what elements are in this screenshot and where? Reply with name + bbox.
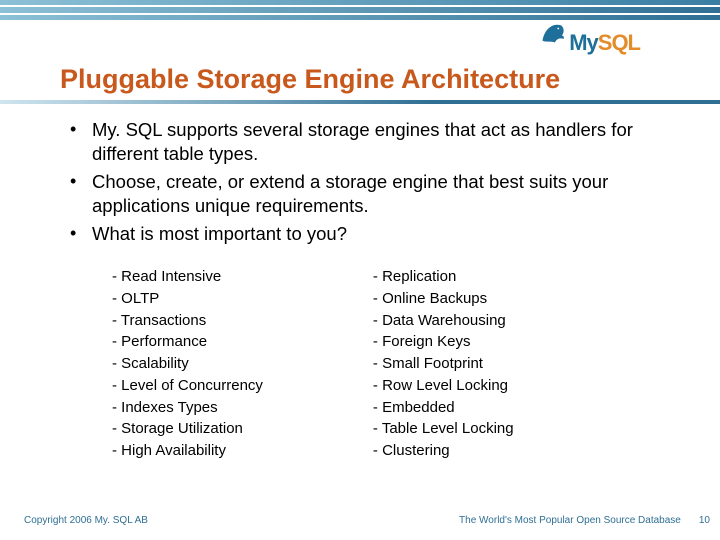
feature-item: Read Intensive xyxy=(112,266,263,288)
header-stripes xyxy=(0,0,720,20)
dolphin-icon xyxy=(539,18,567,46)
slide-body: My. SQL supports several storage engines… xyxy=(70,118,672,462)
footer-copyright: Copyright 2006 My. SQL AB xyxy=(24,515,148,526)
bullet-list: My. SQL supports several storage engines… xyxy=(70,118,672,246)
feature-item: Data Warehousing xyxy=(373,310,514,332)
footer-page-number: 10 xyxy=(699,515,710,526)
feature-item: Embedded xyxy=(373,397,514,419)
feature-item: Row Level Locking xyxy=(373,375,514,397)
feature-item: Transactions xyxy=(112,310,263,332)
feature-column-right: Replication Online Backups Data Warehous… xyxy=(373,266,514,462)
bullet-item: What is most important to you? xyxy=(70,222,672,246)
title-underline xyxy=(0,100,720,104)
feature-item: Clustering xyxy=(373,440,514,462)
feature-column-left: Read Intensive OLTP Transactions Perform… xyxy=(112,266,263,462)
logo-text-2: SQL xyxy=(598,30,640,55)
mysql-logo: MySQL xyxy=(539,18,640,56)
slide-title: Pluggable Storage Engine Architecture xyxy=(60,64,680,95)
feature-item: Small Footprint xyxy=(373,353,514,375)
feature-item: Performance xyxy=(112,331,263,353)
slide-footer: Copyright 2006 My. SQL AB The World's Mo… xyxy=(24,515,710,526)
feature-item: Storage Utilization xyxy=(112,418,263,440)
feature-item: Foreign Keys xyxy=(373,331,514,353)
feature-item: Level of Concurrency xyxy=(112,375,263,397)
feature-item: OLTP xyxy=(112,288,263,310)
feature-item: Replication xyxy=(373,266,514,288)
feature-item: High Availability xyxy=(112,440,263,462)
bullet-item: Choose, create, or extend a storage engi… xyxy=(70,170,672,218)
feature-item: Scalability xyxy=(112,353,263,375)
feature-item: Table Level Locking xyxy=(373,418,514,440)
logo-text-1: My xyxy=(569,30,598,55)
bullet-item: My. SQL supports several storage engines… xyxy=(70,118,672,166)
footer-tagline: The World's Most Popular Open Source Dat… xyxy=(459,515,681,526)
feature-item: Online Backups xyxy=(373,288,514,310)
feature-columns: Read Intensive OLTP Transactions Perform… xyxy=(70,266,672,462)
feature-item: Indexes Types xyxy=(112,397,263,419)
